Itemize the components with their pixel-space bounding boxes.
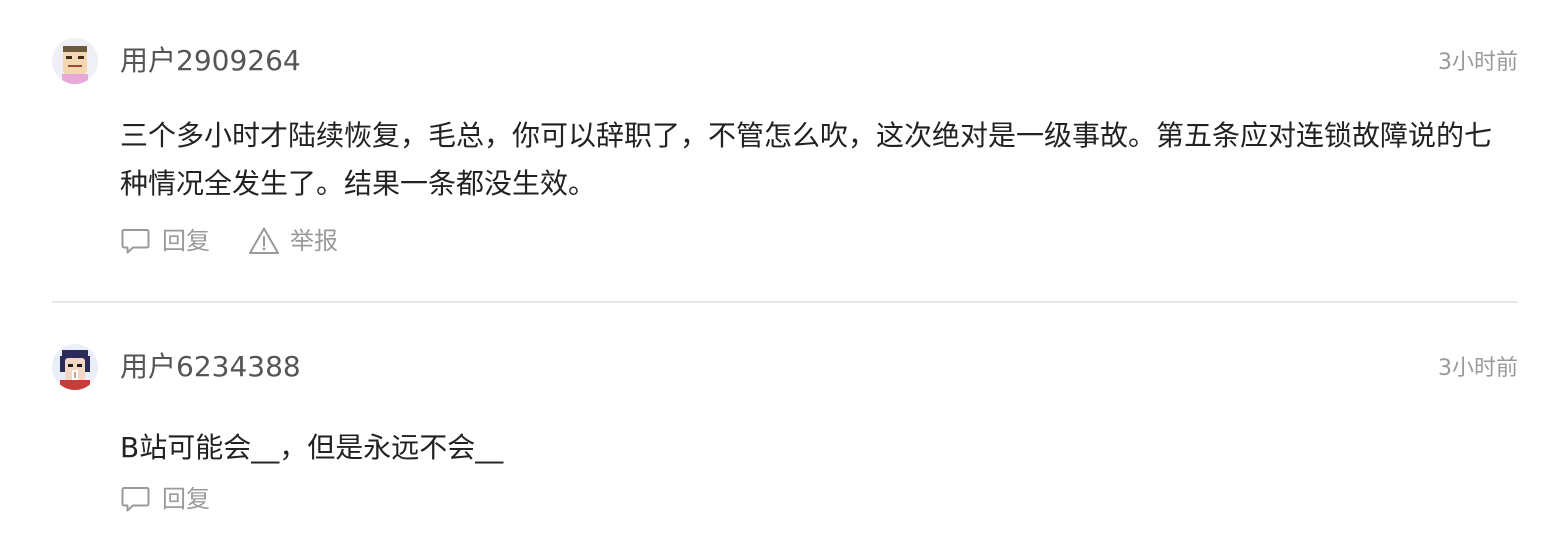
divider (52, 301, 1518, 303)
comment-list: 用户2909264 3小时前 三个多小时才陆续恢复，毛总，你可以辞职了，不管怎么… (0, 0, 1560, 546)
avatar[interactable] (52, 344, 98, 390)
comment-bubble-icon (120, 483, 152, 515)
username[interactable]: 用户6234388 (120, 350, 301, 384)
comment-actions: 回复 举报 (120, 224, 376, 258)
avatar-pixel-face-icon (52, 344, 98, 390)
timestamp: 3小时前 (1438, 356, 1518, 381)
avatar-pixel-face-icon (52, 38, 98, 84)
username[interactable]: 用户2909264 (120, 44, 301, 78)
comment-actions: 回复 (120, 482, 248, 516)
reply-button[interactable]: 回复 (120, 224, 210, 258)
comment-text: B站可能会__，但是永远不会__ (120, 431, 504, 464)
comment-text: 三个多小时才陆续恢复，毛总，你可以辞职了，不管怎么吹，这次绝对是一级事故。第五条… (120, 119, 1493, 200)
reply-button[interactable]: 回复 (120, 482, 210, 516)
reply-label: 回复 (162, 227, 210, 255)
reply-label: 回复 (162, 485, 210, 513)
timestamp: 3小时前 (1438, 50, 1518, 75)
comment-bubble-icon (120, 225, 152, 257)
report-button[interactable]: 举报 (248, 224, 338, 258)
report-label: 举报 (290, 227, 338, 255)
avatar[interactable] (52, 38, 98, 84)
warning-triangle-icon (248, 225, 280, 257)
